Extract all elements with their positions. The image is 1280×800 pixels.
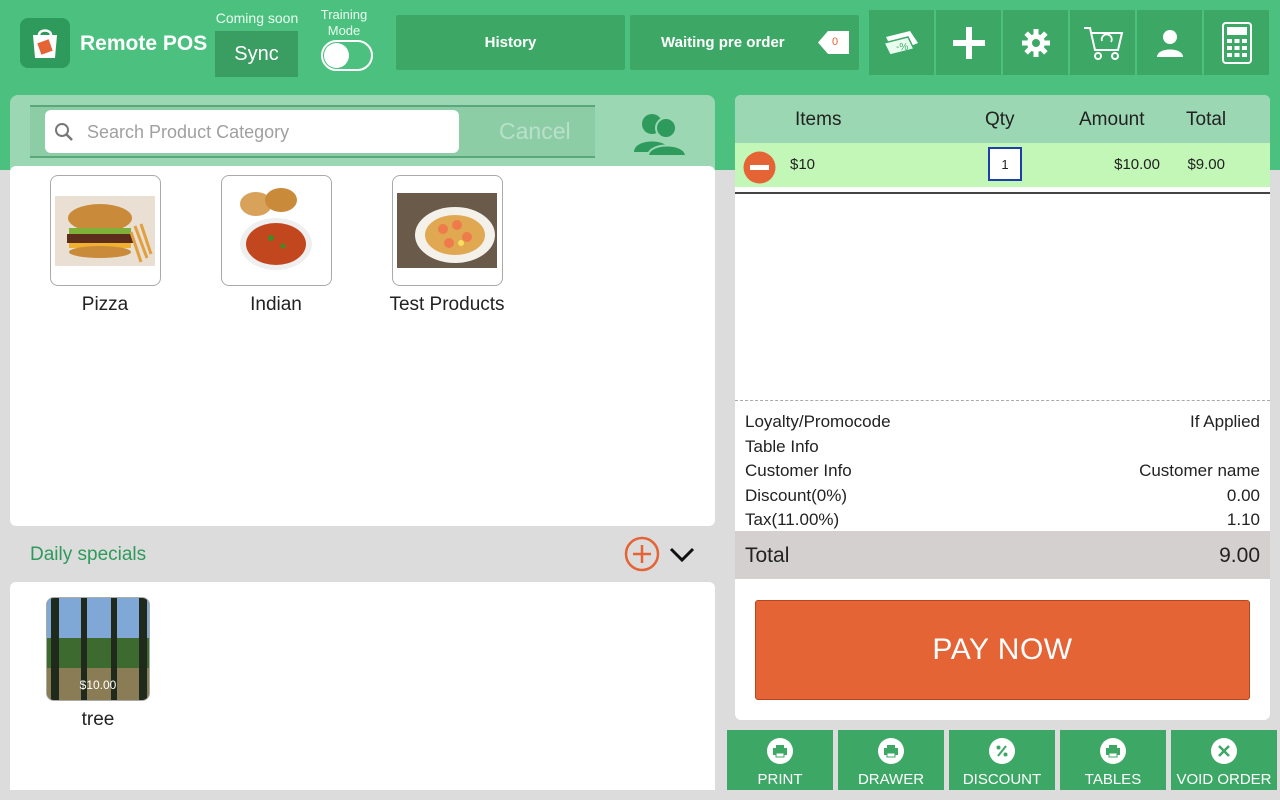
shrimp-plate-image [397,193,497,268]
burger-image [55,195,155,266]
calculator-button[interactable] [1204,10,1269,75]
customer-name-value[interactable]: Customer name [1139,461,1260,481]
item-name: $10 [790,156,816,173]
void-order-button[interactable]: VOID ORDER [1171,730,1277,790]
training-mode-label: Training Mode [320,7,368,38]
curry-image [231,185,321,276]
add-special-icon[interactable] [624,536,660,572]
discount-label: Discount(0%) [745,486,848,505]
special-label: tree [81,709,115,730]
total-value: 9.00 [1219,544,1260,567]
cart-icon [1083,26,1123,60]
printer-icon [767,738,793,764]
customers-icon[interactable] [630,108,690,158]
history-button[interactable]: History [396,15,625,70]
toggle-knob [324,43,349,68]
category-label: Pizza [81,294,129,315]
user-icon [1156,29,1183,57]
daily-specials-title: Daily specials [30,544,147,565]
amount-column-header: Amount [1079,109,1145,130]
add-button[interactable] [936,10,1001,75]
gear-icon [1021,28,1050,57]
category-image [391,175,503,286]
order-table-header: Items Qty Amount Total [735,95,1270,143]
special-price: $10.00 [79,678,117,692]
table-info-label: Table Info [745,437,819,456]
training-mode-toggle[interactable] [321,40,373,71]
drawer-button[interactable]: DRAWER [838,730,944,790]
drawer-icon [878,738,904,764]
print-label: PRINT [757,771,803,788]
order-panel: Items Qty Amount Total $10 1 $10.00 $9.0… [735,95,1270,720]
app-logo [20,18,70,68]
cancel-button[interactable]: Cancel [499,118,571,145]
category-image [49,175,161,286]
discount-tag-icon: -% [882,30,918,56]
tax-value: 1.10 [1226,510,1260,529]
percent-icon [989,738,1015,764]
special-item[interactable]: $10.00 tree [46,597,150,731]
waiting-preorder-label: Waiting pre order [661,34,785,51]
category-label: Indian [250,294,302,315]
void-order-label: VOID ORDER [1176,771,1272,788]
item-amount: $10.00 [1114,156,1160,173]
tax-label: Tax(11.00%) [745,510,840,529]
category-item[interactable]: Test Products [362,175,532,316]
shopping-bag-icon [33,29,57,58]
sync-button[interactable]: Sync [215,31,298,77]
loyalty-value[interactable]: If Applied [1190,412,1260,432]
plus-icon [952,26,985,59]
cart-button[interactable] [1070,10,1135,75]
remove-item-icon[interactable] [743,151,776,184]
coming-soon-label: Coming soon [215,10,299,26]
item-total: $9.00 [1187,156,1225,173]
customer-info-label: Customer Info [745,461,852,480]
discount-tag-button[interactable]: -% [869,10,934,75]
user-account-button[interactable] [1137,10,1202,75]
total-bar [735,531,1270,579]
divider [735,192,1270,194]
qty-column-header: Qty [985,109,1015,130]
qty-field[interactable]: 1 [988,147,1022,181]
pay-now-button[interactable]: PAY NOW [755,600,1250,700]
category-item[interactable]: Indian [191,175,361,316]
app-title: Remote POS [80,32,208,55]
close-icon [1211,738,1237,764]
chevron-down-icon[interactable] [668,543,696,565]
svg-text:-%: -% [896,42,908,53]
drawer-label: DRAWER [857,771,925,788]
search-icon [55,123,73,141]
discount-button[interactable]: DISCOUNT [949,730,1055,790]
discount-label: DISCOUNT [962,771,1042,788]
category-label: Test Products [389,294,505,315]
print-button[interactable]: PRINT [727,730,833,790]
search-input[interactable] [87,114,447,150]
special-image: $10.00 [46,597,150,701]
tables-icon [1100,738,1126,764]
discount-value: 0.00 [1226,486,1260,505]
waiting-count: 0 [831,36,839,48]
settings-button[interactable] [1003,10,1068,75]
tables-button[interactable]: TABLES [1060,730,1166,790]
loyalty-label: Loyalty/Promocode [745,412,891,431]
items-column-header: Items [795,109,842,130]
tables-label: TABLES [1084,771,1142,788]
divider [735,400,1270,401]
category-item[interactable]: Pizza [20,175,190,316]
category-image [220,175,332,286]
total-label: Total [745,544,790,567]
total-column-header: Total [1186,109,1227,130]
calculator-icon [1221,21,1252,64]
